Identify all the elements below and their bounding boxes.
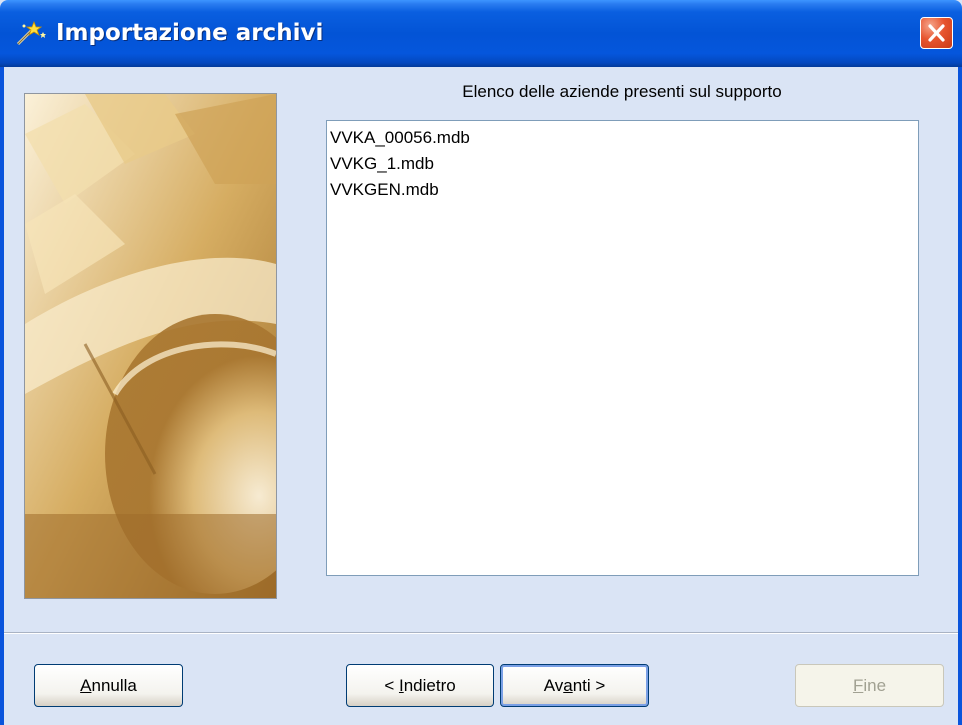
back-label-pre: < — [384, 676, 399, 695]
back-button[interactable]: < Indietro — [346, 664, 494, 707]
finish-label-post: ine — [863, 676, 887, 695]
next-label-pre: Av — [543, 676, 564, 695]
list-item[interactable]: VVKA_00056.mdb — [330, 125, 918, 151]
back-label-post: ndietro — [403, 676, 456, 695]
next-label-post: nti > — [572, 676, 606, 695]
finish-label-key: F — [852, 676, 864, 695]
list-heading: Elenco delle aziende presenti sul suppor… — [462, 82, 782, 101]
company-file-list[interactable]: VVKA_00056.mdb VVKG_1.mdb VVKGEN.mdb — [326, 120, 919, 576]
finish-button[interactable]: Fine — [795, 664, 944, 707]
list-item[interactable]: VVKGEN.mdb — [330, 177, 918, 203]
close-icon — [928, 24, 945, 42]
cancel-label-key: A — [80, 676, 92, 695]
window-border-left — [0, 67, 4, 725]
import-wizard-window: Importazione archivi Elenco delle aziend… — [0, 0, 962, 725]
cancel-label-post: nnulla — [91, 676, 137, 695]
wizard-side-image — [24, 93, 277, 599]
cancel-button[interactable]: Annulla — [34, 664, 183, 707]
close-button[interactable] — [920, 17, 953, 49]
next-label-key: a — [563, 676, 573, 695]
title-bar[interactable]: Importazione archivi — [0, 0, 962, 67]
window-border-right — [958, 67, 962, 725]
next-button[interactable]: Avanti > — [500, 664, 649, 707]
window-title: Importazione archivi — [56, 20, 324, 46]
separator — [4, 632, 958, 634]
wizard-wand-icon — [14, 18, 48, 48]
list-item[interactable]: VVKG_1.mdb — [330, 151, 918, 177]
